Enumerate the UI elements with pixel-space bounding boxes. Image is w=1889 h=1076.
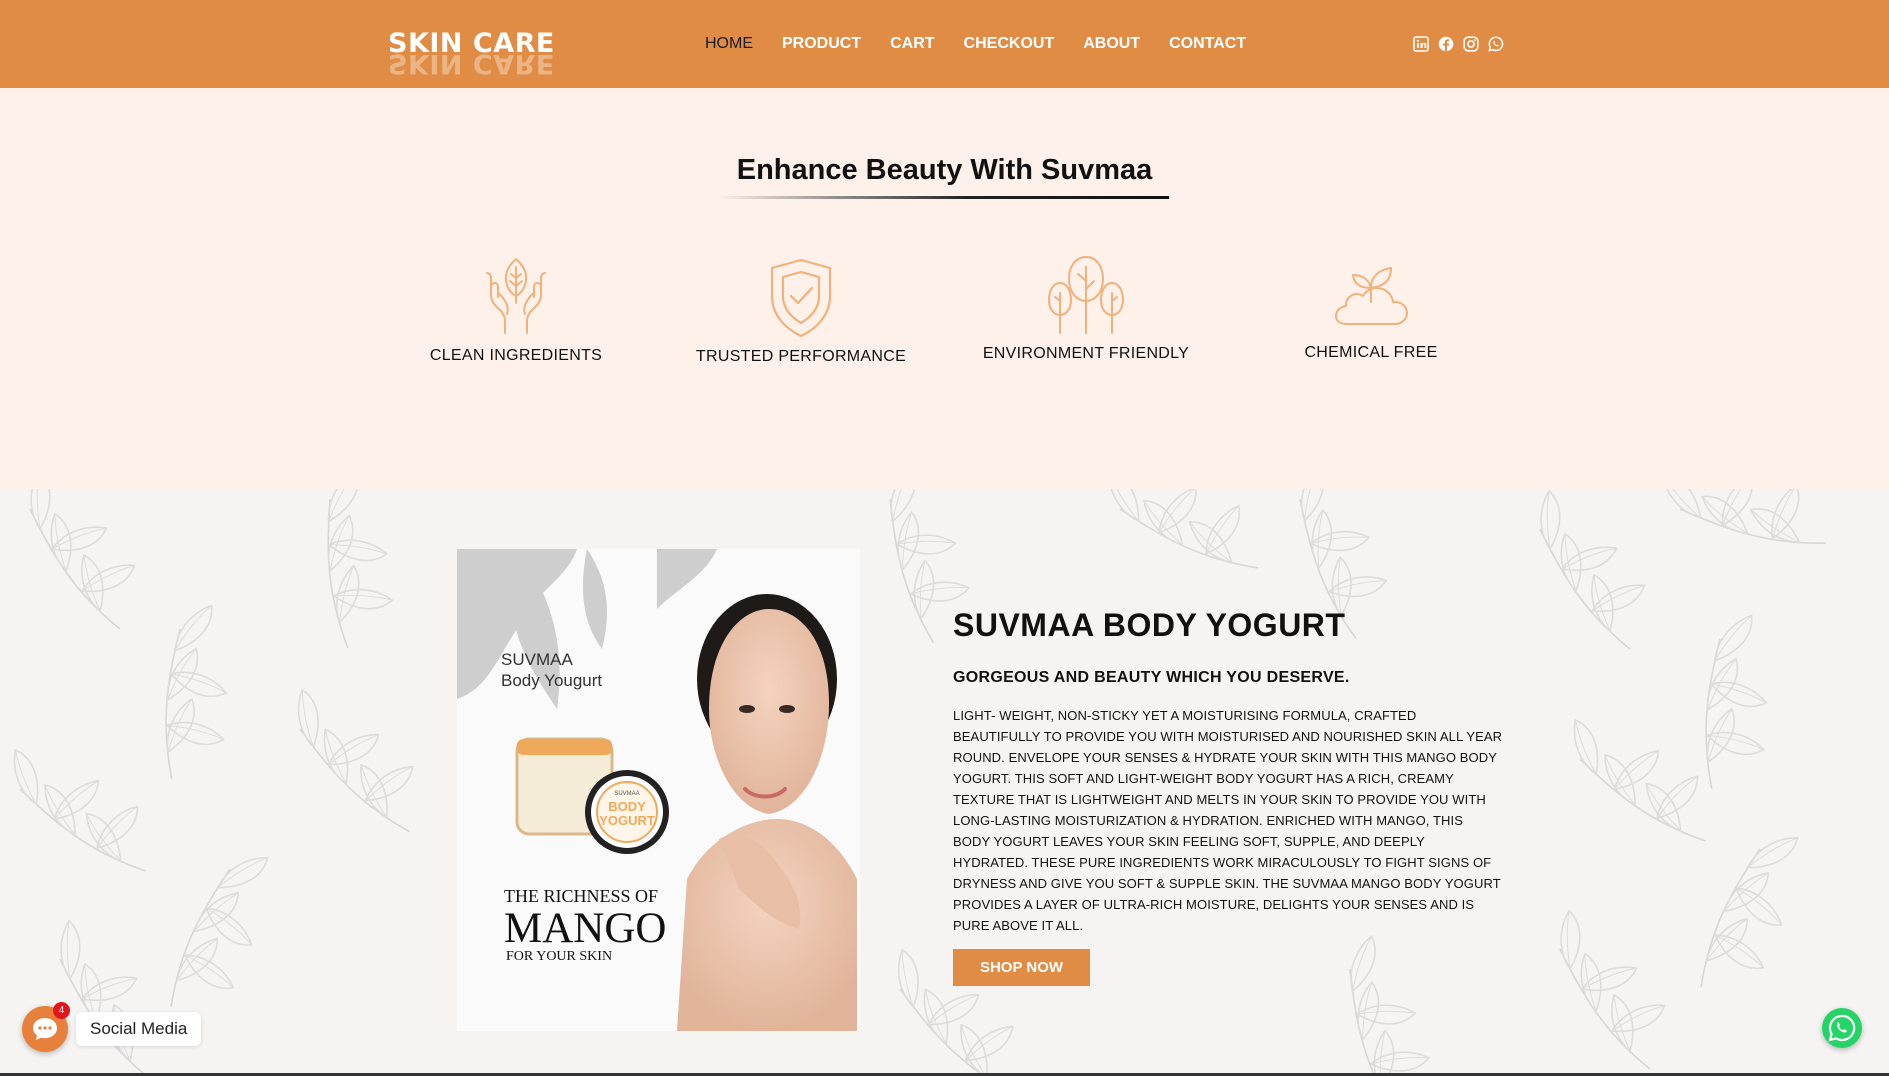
whatsapp-icon[interactable] [1488, 36, 1504, 52]
product-subtitle: GORGEOUS AND BEAUTY WHICH YOU DESERVE. [953, 669, 1350, 686]
whatsapp-icon [1828, 1014, 1856, 1042]
hands-leaf-icon [486, 258, 546, 334]
site-header: SKIN CARE SKIN CARE HOME PRODUCT CART CH… [0, 0, 1889, 88]
shield-check-icon [770, 258, 832, 338]
title-underline [718, 196, 1169, 199]
banner-tagline-2: MANGO [504, 905, 666, 952]
social-media-label[interactable]: Social Media [76, 1012, 202, 1046]
leaf-pattern-background [0, 489, 1889, 1076]
nav-checkout[interactable]: CHECKOUT [964, 35, 1055, 53]
product-image: SUVMAA BODY YOGURT SUVMAA Body Yougurt T… [457, 549, 860, 1031]
nav-about[interactable]: ABOUT [1083, 35, 1140, 53]
banner-tagline-1: THE RICHNESS OF [504, 886, 658, 906]
feature-label: ENVIRONMENT FRIENDLY [982, 345, 1190, 362]
product-section: SUVMAA BODY YOGURT SUVMAA Body Yougurt T… [0, 489, 1889, 1076]
svg-text:YOGURT: YOGURT [599, 813, 655, 828]
shop-now-button[interactable]: SHOP NOW [953, 949, 1090, 986]
nav-contact[interactable]: CONTACT [1169, 35, 1246, 53]
banner-tagline-3: FOR YOUR SKIN [506, 949, 612, 964]
nav-product[interactable]: PRODUCT [782, 35, 861, 53]
feature-trusted-performance: TRUSTED PERFORMANCE [691, 258, 911, 366]
svg-text:BODY: BODY [608, 799, 646, 814]
feature-chemical-free: CHEMICAL FREE [1261, 258, 1481, 362]
cloud-leaf-icon [1335, 267, 1408, 325]
banner-product-name: Body Yougurt [501, 671, 602, 690]
section-title: Enhance Beauty With Suvmaa [736, 154, 1153, 186]
nav-cart[interactable]: CART [890, 35, 934, 53]
product-description: LIGHT- WEIGHT, NON-STICKY YET A MOISTURI… [953, 708, 1503, 933]
feature-clean-ingredients: CLEAN INGREDIENTS [406, 253, 626, 365]
logo-reflection: SKIN CARE [388, 48, 555, 79]
feature-label: CHEMICAL FREE [1304, 344, 1438, 361]
whatsapp-float-button[interactable] [1822, 1008, 1862, 1048]
product-title: SUVMAA BODY YOGURT [953, 607, 1346, 643]
site-logo[interactable]: SKIN CARE SKIN CARE [388, 28, 555, 79]
feature-environment-friendly: ENVIRONMENT FRIENDLY [976, 253, 1196, 363]
main-nav: HOME PRODUCT CART CHECKOUT ABOUT CONTACT [705, 35, 1275, 53]
feature-label: TRUSTED PERFORMANCE [695, 348, 907, 365]
linkedin-icon[interactable] [1413, 36, 1429, 52]
instagram-icon[interactable] [1463, 36, 1479, 52]
product-banner-graphic: SUVMAA BODY YOGURT SUVMAA Body Yougurt T… [457, 549, 860, 1031]
facebook-icon[interactable] [1438, 36, 1454, 52]
social-links [1413, 36, 1504, 52]
feature-label: CLEAN INGREDIENTS [429, 347, 603, 364]
trees-icon [1048, 256, 1124, 334]
features-section: Enhance Beauty With Suvmaa CLEAN INGREDI… [0, 88, 1889, 489]
banner-brand: SUVMAA [501, 650, 573, 669]
notification-badge: 4 [53, 1002, 70, 1019]
nav-home[interactable]: HOME [705, 35, 753, 53]
banner-jar-brand: SUVMAA [614, 791, 639, 797]
